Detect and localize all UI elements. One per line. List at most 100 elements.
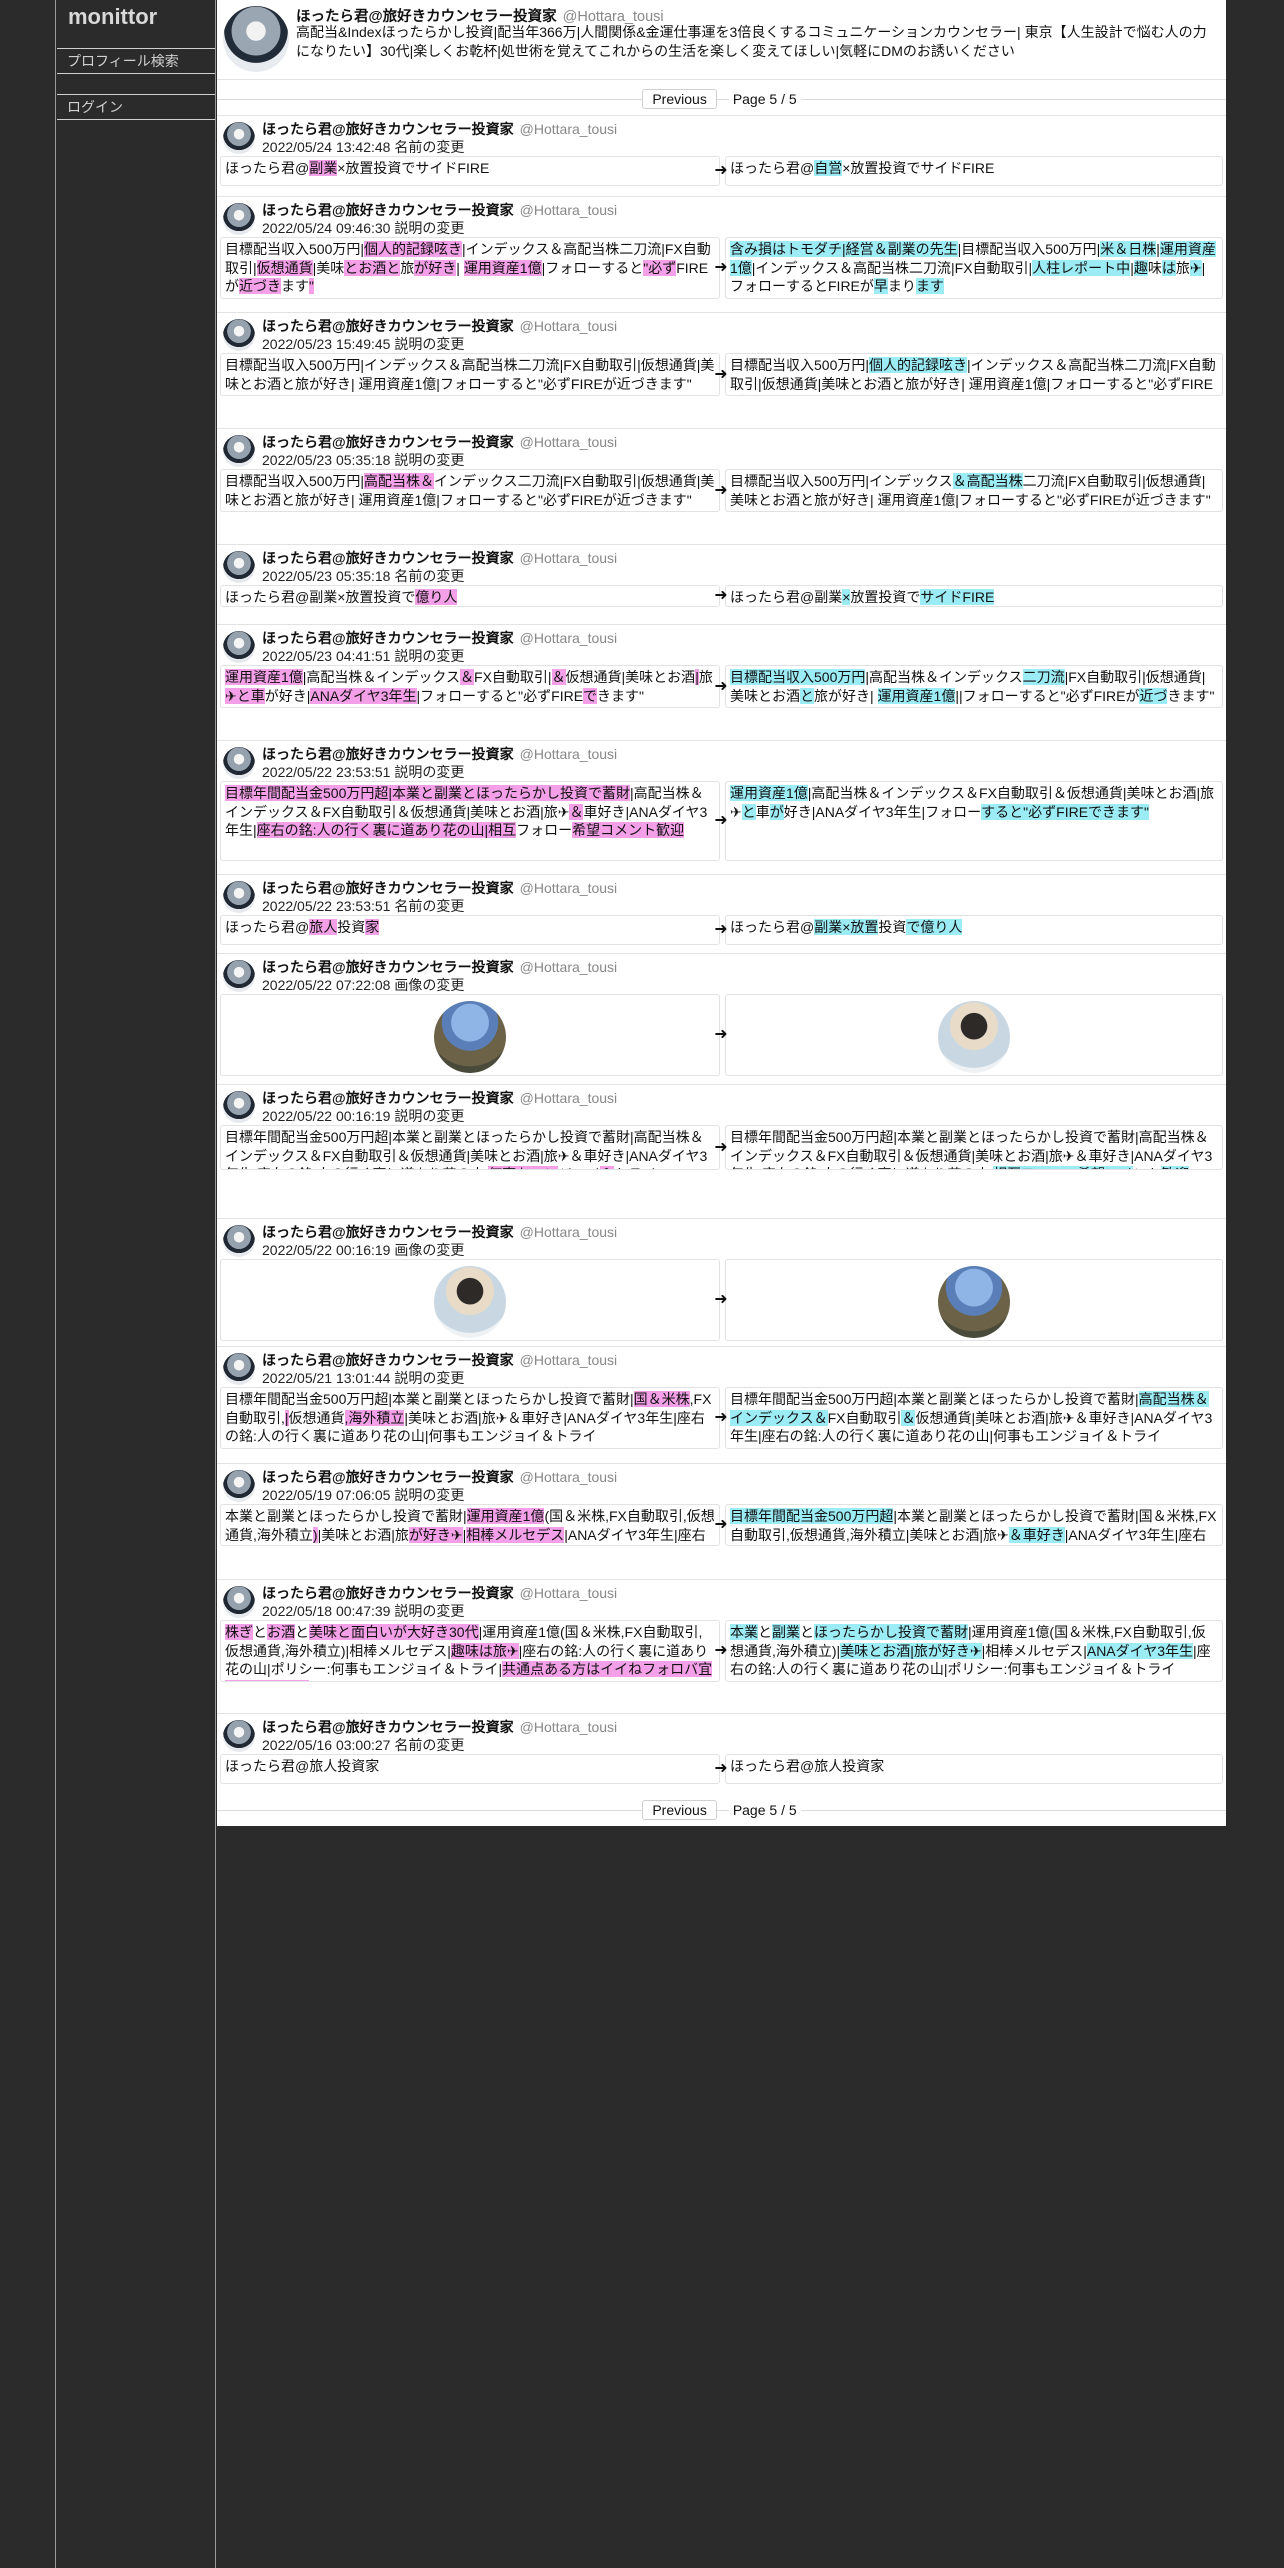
- arrow-right-icon: ➜: [714, 1407, 728, 1426]
- entry-display-name: ほったら君@旅好きカウンセラー投資家: [262, 434, 514, 450]
- arrow-right-icon: ➜: [714, 585, 728, 604]
- arrow-right-icon: ➜: [714, 1136, 728, 1156]
- entry-name: ほったら君@旅好きカウンセラー投資家 @Hottara_tousi: [262, 432, 617, 452]
- new-value: 含み損はトモダチ|経営＆副業の先生|目標配当収入500万円|米＆日株|運用資産1…: [725, 237, 1223, 299]
- new-value: 目標年間配当金500万円超|本業と副業とほったらかし投資で蓄財|高配当株＆インデ…: [725, 1125, 1223, 1170]
- sidebar-divider: [215, 0, 216, 2568]
- arrow-right-icon: ➜: [714, 363, 728, 383]
- entry-avatar: [223, 881, 255, 913]
- entry-display-name: ほったら君@旅好きカウンセラー投資家: [262, 1585, 514, 1601]
- old-value: ほったら君@旅人投資家: [220, 1754, 720, 1784]
- history-entry: ほったら君@旅好きカウンセラー投資家 @Hottara_tousi 2022/05/…: [217, 544, 1226, 612]
- new-value: 目標年間配当金500万円超|本業と副業とほったらかし投資で蓄財|高配当株＆インデ…: [725, 1387, 1223, 1449]
- entry-name: ほったら君@旅好きカウンセラー投資家 @Hottara_tousi: [262, 316, 617, 336]
- entry-header: ほったら君@旅好きカウンセラー投資家 @Hottara_tousi 2022/05/…: [217, 116, 1226, 156]
- previous-button[interactable]: Previous: [642, 1800, 717, 1820]
- entry-avatar: [223, 1353, 255, 1385]
- entry-display-name: ほったら君@旅好きカウンセラー投資家: [262, 746, 514, 762]
- entry-name: ほったら君@旅好きカウンセラー投資家 @Hottara_tousi: [262, 744, 617, 764]
- entry-handle: @Hottara_tousi: [519, 1352, 618, 1368]
- entry-display-name: ほったら君@旅好きカウンセラー投資家: [262, 202, 514, 218]
- entry-timestamp: 2022/05/22 00:16:19 説明の変更: [262, 1108, 465, 1124]
- new-value: ほったら君@自営×放置投資でサイドFIRE: [725, 156, 1223, 186]
- old-value: [220, 1259, 720, 1341]
- entry-avatar: [223, 435, 255, 467]
- entry-display-name: ほったら君@旅好きカウンセラー投資家: [262, 1224, 514, 1240]
- entry-header: ほったら君@旅好きカウンセラー投資家 @Hottara_tousi 2022/05/…: [217, 545, 1226, 585]
- profile-bio: 高配当&Indexほったらかし投資|配当年366万|人間関係&金運仕事運を3倍良…: [296, 24, 1207, 59]
- history-entry: ほったら君@旅好きカウンセラー投資家 @Hottara_tousi 2022/05/…: [217, 1346, 1226, 1454]
- history-entry: ほったら君@旅好きカウンセラー投資家 @Hottara_tousi 2022/05/…: [217, 115, 1226, 191]
- page-info: Page 5 / 5: [728, 91, 801, 107]
- pager-bottom: Previous Page 5 / 5: [217, 1799, 1226, 1821]
- entry-avatar: [223, 631, 255, 663]
- entry-handle: @Hottara_tousi: [519, 318, 618, 334]
- new-value: ほったら君@副業×放置投資で億り人: [725, 915, 1223, 945]
- arrow-right-icon: ➜: [714, 479, 728, 499]
- history-entry: ほったら君@旅好きカウンセラー投資家 @Hottara_tousi 2022/05/…: [217, 624, 1226, 713]
- history-entry: ほったら君@旅好きカウンセラー投資家 @Hottara_tousi 2022/05/…: [217, 1084, 1226, 1175]
- old-value: 株ぎとお酒と美味と面白いが大好き30代|運用資産1億(国＆米株,FX自動取引,仮…: [220, 1620, 720, 1682]
- entry-name: ほったら君@旅好きカウンセラー投資家 @Hottara_tousi: [262, 1350, 617, 1370]
- entry-handle: @Hottara_tousi: [519, 880, 618, 896]
- history-entry: ほったら君@旅好きカウンセラー投資家 @Hottara_tousi 2022/05/…: [217, 196, 1226, 304]
- entry-name: ほったら君@旅好きカウンセラー投資家 @Hottara_tousi: [262, 1467, 617, 1487]
- entry-timestamp: 2022/05/23 04:41:51 説明の変更: [262, 648, 465, 664]
- pager-line: [217, 1810, 1226, 1811]
- history-entry: ほったら君@旅好きカウンセラー投資家 @Hottara_tousi 2022/05/…: [217, 312, 1226, 401]
- site-logo[interactable]: monittor: [68, 4, 157, 30]
- history-entry: ほったら君@旅好きカウンセラー投資家 @Hottara_tousi 2022/05/…: [217, 740, 1226, 866]
- arrow-right-icon: ➜: [714, 160, 728, 179]
- entry-header: ほったら君@旅好きカウンセラー投資家 @Hottara_tousi 2022/05/…: [217, 741, 1226, 781]
- entry-timestamp: 2022/05/24 09:46:30 説明の変更: [262, 220, 465, 236]
- entry-header: ほったら君@旅好きカウンセラー投資家 @Hottara_tousi 2022/05/…: [217, 1714, 1226, 1754]
- entry-header: ほったら君@旅好きカウンセラー投資家 @Hottara_tousi 2022/05/…: [217, 197, 1226, 237]
- entry-display-name: ほったら君@旅好きカウンセラー投資家: [262, 1352, 514, 1368]
- entry-handle: @Hottara_tousi: [519, 1090, 618, 1106]
- old-value: 目標年間配当金500万円超|本業と副業とほったらかし投資で蓄財|国＆米株,FX自…: [220, 1387, 720, 1449]
- entry-header: ほったら君@旅好きカウンセラー投資家 @Hottara_tousi 2022/05/…: [217, 875, 1226, 915]
- new-value: 運用資産1億|高配当株＆インデックス＆FX自動取引＆仮想通貨|美味とお酒|旅✈と…: [725, 781, 1223, 861]
- new-value: ほったら君@副業×放置投資でサイドFIRE: [725, 585, 1223, 607]
- nav-profile-search[interactable]: プロフィール検索: [57, 48, 215, 74]
- previous-button[interactable]: Previous: [642, 89, 717, 109]
- old-value: 目標配当収入500万円|インデックス＆高配当株二刀流|FX自動取引|仮想通貨|美…: [220, 353, 720, 396]
- old-profile-image: [434, 1266, 506, 1338]
- entry-name: ほったら君@旅好きカウンセラー投資家 @Hottara_tousi: [262, 957, 617, 977]
- entry-timestamp: 2022/05/22 00:16:19 画像の変更: [262, 1242, 465, 1258]
- old-value: ほったら君@旅人投資家: [220, 915, 720, 945]
- entry-header: ほったら君@旅好きカウンセラー投資家 @Hottara_tousi 2022/05/…: [217, 429, 1226, 469]
- arrow-right-icon: ➜: [714, 919, 728, 938]
- arrow-right-icon: ➜: [714, 1640, 728, 1659]
- new-value: 本業と副業とほったらかし投資で蓄財|運用資産1億(国＆米株,FX自動取引,仮想通…: [725, 1620, 1223, 1682]
- entry-header: ほったら君@旅好きカウンセラー投資家 @Hottara_tousi 2022/05/…: [217, 954, 1226, 994]
- page-info: Page 5 / 5: [728, 1802, 801, 1818]
- entry-handle: @Hottara_tousi: [519, 434, 618, 450]
- entry-avatar: [223, 1091, 255, 1123]
- entry-timestamp: 2022/05/23 15:49:45 説明の変更: [262, 336, 465, 352]
- pager-line: [217, 99, 1226, 100]
- entry-handle: @Hottara_tousi: [519, 1469, 618, 1485]
- entry-timestamp: 2022/05/18 00:47:39 説明の変更: [262, 1603, 465, 1619]
- entry-display-name: ほったら君@旅好きカウンセラー投資家: [262, 550, 514, 566]
- history-entry: ほったら君@旅好きカウンセラー投資家 @Hottara_tousi 2022/05/…: [217, 1463, 1226, 1551]
- old-value: [220, 994, 720, 1076]
- new-value: ほったら君@旅人投資家: [725, 1754, 1223, 1784]
- old-value: 目標配当収入500万円|高配当株＆インデックス二刀流|FX自動取引|仮想通貨|美…: [220, 469, 720, 512]
- entry-timestamp: 2022/05/22 23:53:51 名前の変更: [262, 898, 465, 914]
- entry-avatar: [223, 122, 255, 154]
- entry-display-name: ほったら君@旅好きカウンセラー投資家: [262, 121, 514, 137]
- profile-header: ほったら君@旅好きカウンセラー投資家 @Hottara_tousi 高配当&Ind…: [217, 0, 1226, 80]
- history-entry: ほったら君@旅好きカウンセラー投資家 @Hottara_tousi 2022/05/…: [217, 874, 1226, 950]
- entry-display-name: ほったら君@旅好きカウンセラー投資家: [262, 630, 514, 646]
- entry-name: ほったら君@旅好きカウンセラー投資家 @Hottara_tousi: [262, 200, 617, 220]
- sidebar-rail: [0, 0, 56, 2568]
- old-value: ほったら君@副業×放置投資で億り人: [220, 585, 720, 607]
- nav-login[interactable]: ログイン: [57, 94, 215, 120]
- main-panel: ほったら君@旅好きカウンセラー投資家 @Hottara_tousi 高配当&Ind…: [217, 0, 1226, 1826]
- old-value: 運用資産1億|高配当株＆インデックス＆FX自動取引|＆仮想通貨|美味とお酒|旅✈…: [220, 665, 720, 708]
- entry-name: ほったら君@旅好きカウンセラー投資家 @Hottara_tousi: [262, 1088, 617, 1108]
- new-value: [725, 1259, 1223, 1341]
- entry-header: ほったら君@旅好きカウンセラー投資家 @Hottara_tousi 2022/05/…: [217, 1580, 1226, 1620]
- history-entry: ほったら君@旅好きカウンセラー投資家 @Hottara_tousi 2022/05/…: [217, 953, 1226, 1081]
